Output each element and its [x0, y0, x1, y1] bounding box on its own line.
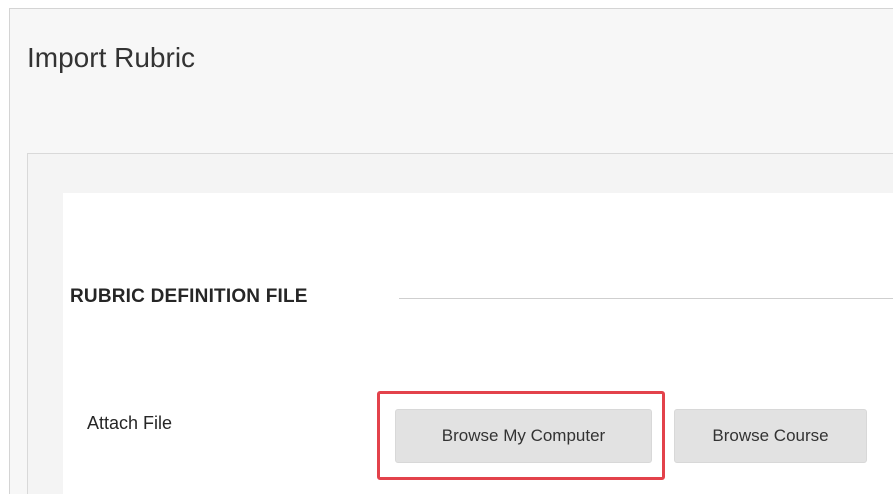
browse-my-computer-button[interactable]: Browse My Computer [395, 409, 652, 463]
section-heading: RUBRIC DEFINITION FILE [70, 286, 308, 307]
page-title: Import Rubric [27, 42, 196, 73]
section-divider [399, 298, 893, 299]
browse-course-button[interactable]: Browse Course [674, 409, 867, 463]
attach-file-label: Attach File [87, 413, 173, 433]
